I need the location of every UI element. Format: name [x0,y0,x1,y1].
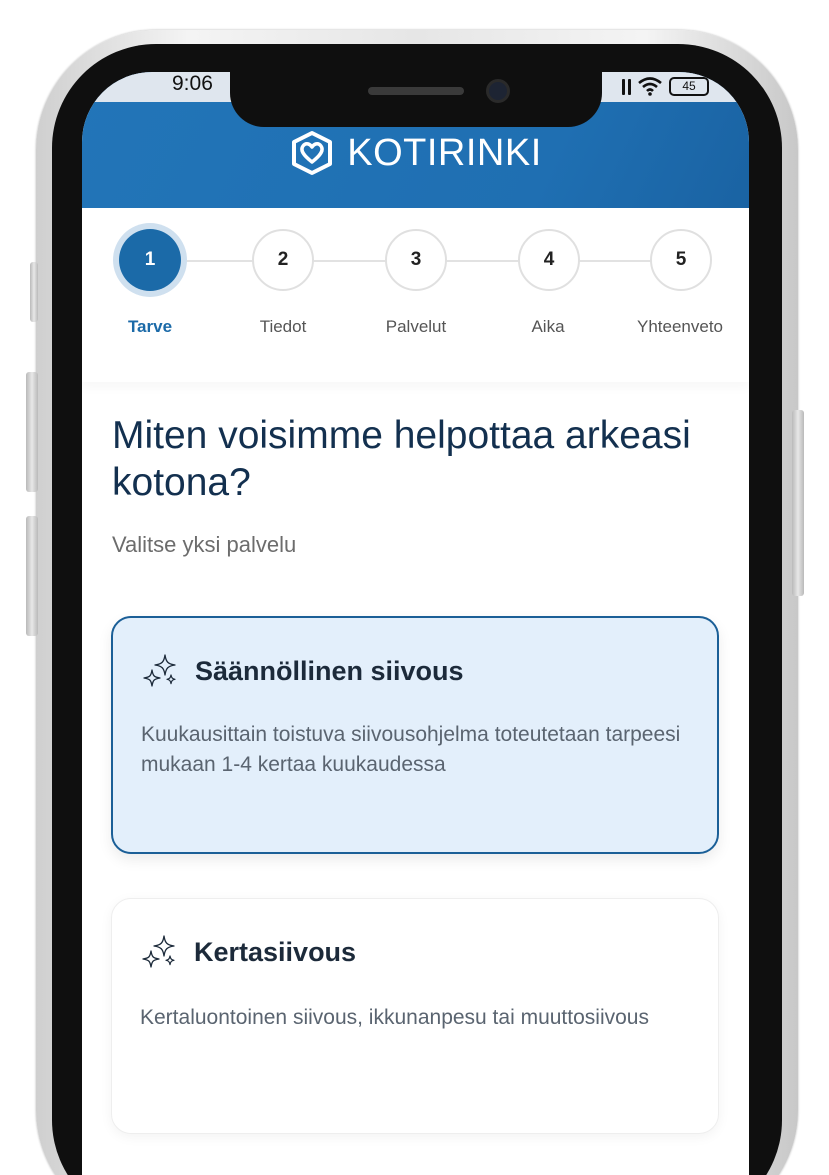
step-label-tarve: Tarve [127,317,173,336]
step-2[interactable]: 2 [252,229,314,291]
step-5[interactable]: 5 [650,229,712,291]
phone-notch [230,72,602,127]
brand: KOTIRINKI [82,130,749,176]
card-header: Säännöllinen siivous [141,652,464,690]
battery-icon: 45 [669,76,709,96]
phone-volume-down-button [26,516,38,636]
app-header: 9:06 45 KOTIRINKI [82,72,749,208]
sparkles-icon [142,935,175,968]
page-subtitle: Valitse yksi palvelu [112,532,297,557]
phone-volume-up-button [26,372,38,492]
front-camera [486,79,510,103]
step-label-tiedot: Tiedot [259,317,307,336]
card-title: Kertasiivous [194,936,357,967]
page-title: Miten voisimme helpottaa arkeasi kotona? [112,414,691,504]
step-3[interactable]: 3 [385,229,447,291]
status-time: 9:06 [172,72,213,95]
wifi-icon [638,77,662,96]
step-1[interactable]: 1 [119,229,181,291]
kotirinki-logo-icon [292,131,333,175]
sparkles-icon [143,654,176,687]
brand-name: KOTIRINKI [347,131,542,174]
service-option-regular-cleaning[interactable]: Säännöllinen siivous Kuukausittain toist… [111,616,719,854]
status-icons: 45 [622,76,709,96]
card-description: Kertaluontoinen siivous, ikkunanpesu tai… [140,1006,649,1029]
phone-screen: 9:06 45 KOTIRINKI 1 2 3 4 5 Tarve Tiedot… [82,72,749,1175]
phone-power-button [792,410,804,596]
service-option-one-time-cleaning[interactable]: Kertasiivous Kertaluontoinen siivous, ik… [111,898,719,1134]
card-description: Kuukausittain toistuva siivousohjelma to… [141,723,681,776]
phone-side-button [30,262,38,322]
step-label-aika: Aika [531,317,565,336]
card-header: Kertasiivous [140,933,356,971]
step-label-yhteenveto: Yhteenveto [636,317,723,336]
speaker-grille [368,87,464,95]
card-title: Säännöllinen siivous [195,655,464,686]
step-4[interactable]: 4 [518,229,580,291]
step-label-palvelut: Palvelut [385,317,447,336]
signal-icon [622,77,631,95]
